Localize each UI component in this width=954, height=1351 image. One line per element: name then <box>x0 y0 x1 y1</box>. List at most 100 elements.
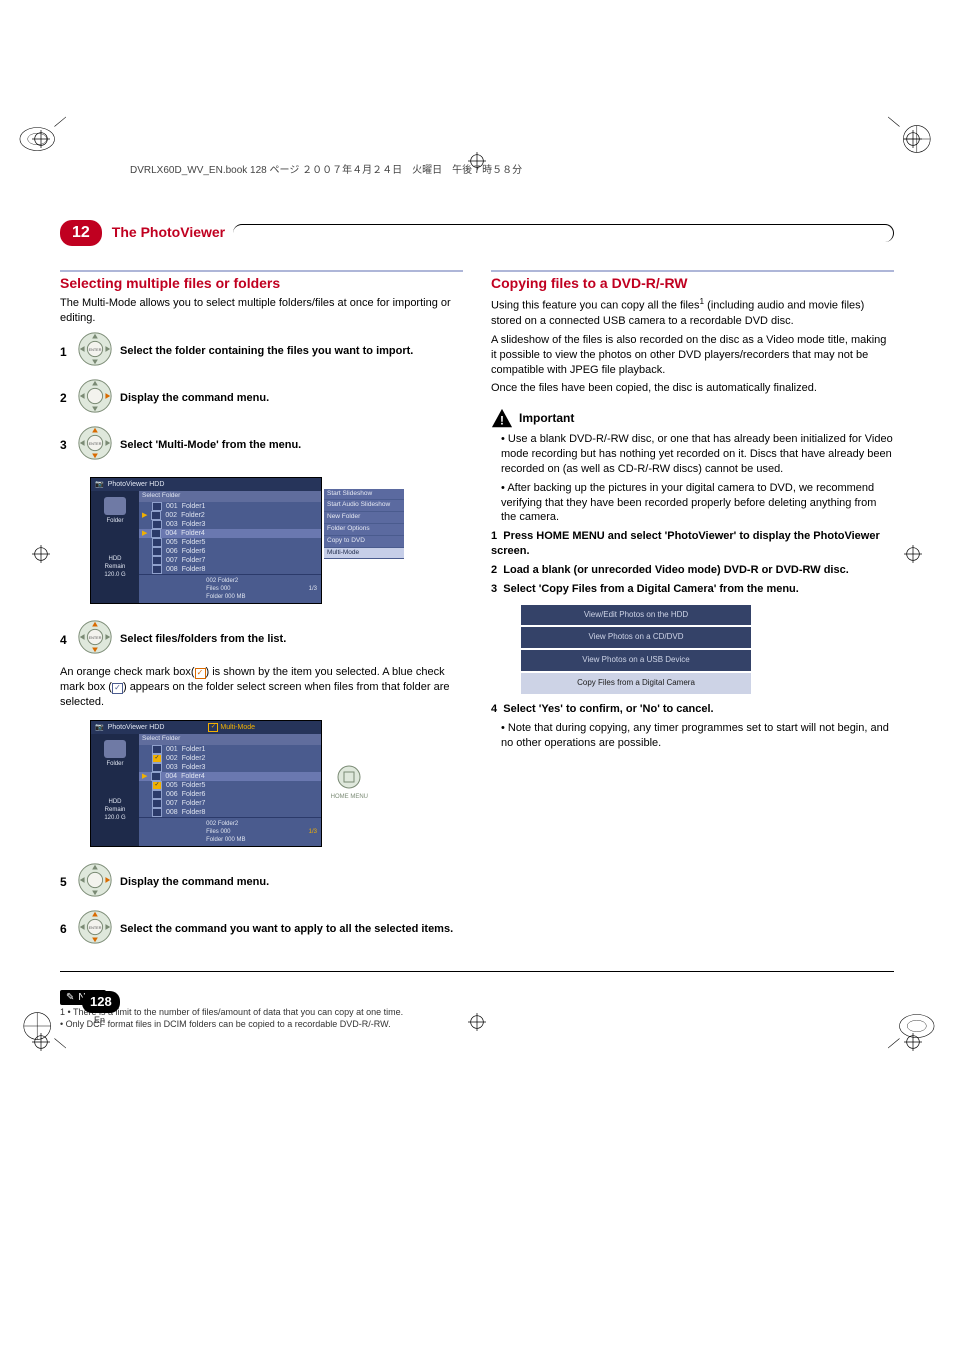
section-rule <box>60 270 463 272</box>
important-heading: ! Important <box>491 408 894 428</box>
step-4: 4 ENTER Select files/folders from the li… <box>60 618 463 661</box>
step-text: Select files/folders from the list. <box>120 632 286 647</box>
svg-text:ENTER: ENTER <box>89 926 102 930</box>
page-number-badge: 128 <box>82 991 120 1013</box>
chapter-title: The PhotoViewer <box>112 223 225 242</box>
svg-text:!: ! <box>500 414 504 428</box>
checkbox-orange-icon: ✓ <box>195 668 206 679</box>
list-head: Select Folder <box>139 734 321 745</box>
footer-info: 002 Folder2 <box>206 577 245 585</box>
body-text: A slideshow of the files is also recorde… <box>491 333 894 378</box>
chapter-rule <box>233 224 894 242</box>
step-2: 2 Load a blank (or unrecorded Video mode… <box>491 563 894 578</box>
list-item: ▶002Folder2 <box>139 511 321 520</box>
list-item: 007Folder7 <box>139 556 321 565</box>
page-counter: 1/3 <box>309 828 317 836</box>
step-text: Select the command you want to apply to … <box>120 922 453 937</box>
list-head: Select Folder <box>139 491 321 502</box>
nav-right-icon <box>76 377 114 420</box>
remain-label: Remain <box>93 806 137 814</box>
list-item: 006Folder6 <box>139 790 321 799</box>
nav-right-icon <box>76 861 114 904</box>
registration-mark <box>468 1013 486 1031</box>
section-rule <box>491 270 894 272</box>
step-text: Display the command menu. <box>120 875 269 890</box>
intro-text: The Multi-Mode allows you to select mult… <box>60 296 463 326</box>
bullet-item: After backing up the pictures in your di… <box>501 481 894 526</box>
crop-mark <box>32 130 50 148</box>
section-heading: Selecting multiple files or folders <box>60 274 463 293</box>
warning-icon: ! <box>491 408 513 428</box>
chapter-number: 12 <box>60 220 102 246</box>
svg-text:ENTER: ENTER <box>89 348 102 352</box>
copy-menu-screenshot: View/Edit Photos on the HDDView Photos o… <box>521 605 751 694</box>
menu-item: View/Edit Photos on the HDD <box>521 605 751 626</box>
list-item: 008Folder8 <box>139 565 321 574</box>
step-1: 1 Press HOME MENU and select 'PhotoViewe… <box>491 529 894 559</box>
ui-title: 📷 PhotoViewer HDD <box>91 478 321 491</box>
step-number: 1 <box>60 344 70 360</box>
remain-value: 120.0 G <box>93 814 137 822</box>
step-text: Select 'Multi-Mode' from the menu. <box>120 438 301 453</box>
remain-value: 120.0 G <box>93 571 137 579</box>
body-text: Using this feature you can copy all the … <box>491 296 894 328</box>
step-number: 2 <box>60 390 70 406</box>
list-item: 007Folder7 <box>139 799 321 808</box>
photoviewer-screenshot-2: 📷 PhotoViewer HDD ✓Multi-Mode Folder HDD… <box>60 714 322 857</box>
bullet-item: Note that during copying, any timer prog… <box>501 721 894 751</box>
step-number: 6 <box>60 921 70 937</box>
svg-text:ENTER: ENTER <box>89 442 102 446</box>
step-2: 2 Display the command menu. <box>60 377 463 420</box>
crop-mark <box>904 1033 922 1051</box>
step-number: 3 <box>60 437 70 453</box>
important-label: Important <box>519 410 574 426</box>
chapter-bar: 12 The PhotoViewer <box>60 220 894 246</box>
context-menu: Start SlideshowStart Audio SlideshowNew … <box>324 489 404 560</box>
list-item: 003Folder3 <box>139 520 321 529</box>
step-3: 3 ENTER Select 'Multi-Mode' from the men… <box>60 424 463 467</box>
menu-item: Folder Options <box>324 524 404 536</box>
enter-button-icon: ENTER <box>76 424 114 467</box>
hdd-label: HDD <box>93 798 137 806</box>
footer-info: Folder 000 MB <box>206 836 245 844</box>
step-number: 5 <box>60 874 70 890</box>
side-label: Folder <box>93 760 137 768</box>
enter-button-icon: ENTER <box>76 908 114 951</box>
photoviewer-screenshot-1: 📷 PhotoViewer HDD Folder HDD Remain 120.… <box>60 471 322 614</box>
list-item: 008Folder8 <box>139 808 321 817</box>
menu-item: New Folder <box>324 512 404 524</box>
list-item: ▶004Folder4 <box>139 529 321 538</box>
menu-item: Start Audio Slideshow <box>324 500 404 512</box>
pencil-icon: ✎ <box>66 991 74 1005</box>
section-heading: Copying files to a DVD-R/-RW <box>491 274 894 293</box>
crop-mark <box>32 1033 50 1051</box>
menu-item: Multi-Mode <box>324 548 404 560</box>
svg-text:ENTER: ENTER <box>89 636 102 640</box>
registration-mark <box>32 545 50 563</box>
enter-button-icon: ENTER <box>76 618 114 661</box>
footer-info: 002 Folder2 <box>206 820 245 828</box>
step-3: 3 Select 'Copy Files from a Digital Came… <box>491 582 894 597</box>
menu-item: Copy Files from a Digital Camera <box>521 673 751 694</box>
footer-info: Files 000 <box>206 828 245 836</box>
crop-mark <box>904 130 922 148</box>
list-item: 006Folder6 <box>139 547 321 556</box>
step-6: 6 ENTER Select the command you want to a… <box>60 908 463 951</box>
registration-mark <box>904 545 922 563</box>
step-text: Select the folder containing the files y… <box>120 344 413 359</box>
step-1: 1 ENTER Select the folder containing the… <box>60 330 463 373</box>
list-item: 001Folder1 <box>139 502 321 511</box>
remain-label: Remain <box>93 563 137 571</box>
step-4-description: An orange check mark box(✓) is shown by … <box>60 665 463 710</box>
print-header: DVRLX60D_WV_EN.book 128 ページ ２００７年４月２４日 火… <box>130 164 824 178</box>
multi-mode-badge: ✓Multi-Mode <box>208 723 255 732</box>
list-item: ✓005Folder5 <box>139 781 321 790</box>
list-item: ▶004Folder4 <box>139 772 321 781</box>
enter-button-icon: ENTER <box>76 330 114 373</box>
bullet-item: Use a blank DVD-R/-RW disc, or one that … <box>501 432 894 477</box>
footer-info: Folder 000 MB <box>206 593 245 601</box>
list-item: 005Folder5 <box>139 538 321 547</box>
home-menu-hint: HOME MENU <box>331 764 368 801</box>
folder-icon <box>104 740 126 758</box>
list-item: 003Folder3 <box>139 763 321 772</box>
